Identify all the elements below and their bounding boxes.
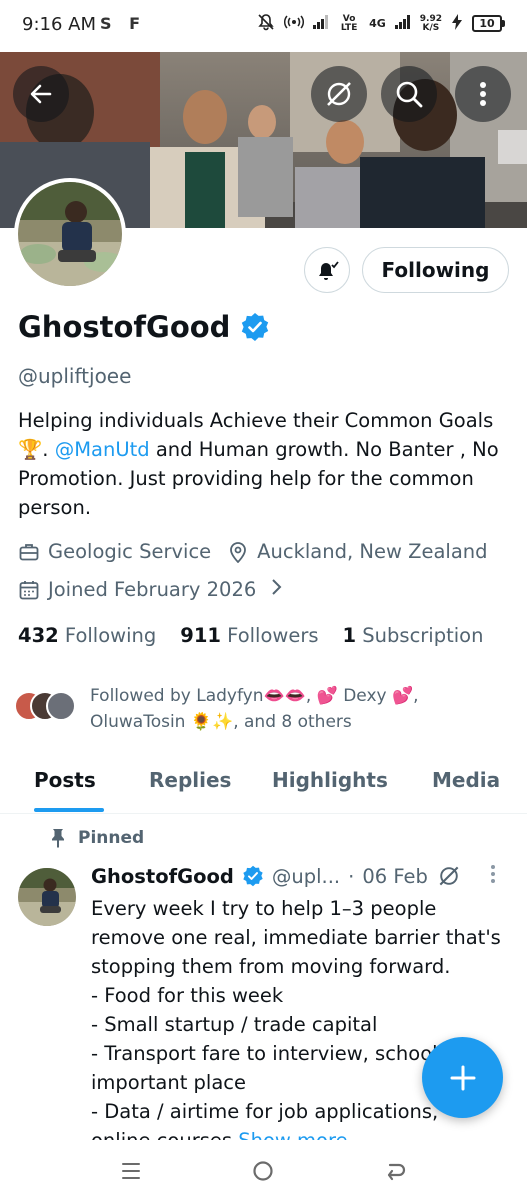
post-more-button[interactable] xyxy=(490,864,496,889)
system-nav-bar xyxy=(0,1142,527,1200)
profile-joined-row[interactable]: Joined February 2026 xyxy=(18,578,282,601)
subscriptions-count: 1 xyxy=(342,624,357,647)
post-line: - Food for this week xyxy=(91,984,284,1007)
search-icon xyxy=(396,81,423,108)
profile-category: Geologic Service xyxy=(48,540,212,563)
post-header: GhostofGood @upl... · 06 Feb xyxy=(91,863,462,889)
following-count: 432 xyxy=(18,624,59,647)
grok-icon xyxy=(327,82,351,106)
more-vertical-icon xyxy=(480,82,486,106)
verified-badge-icon[interactable] xyxy=(240,312,270,342)
battery-tip xyxy=(502,20,505,27)
back-icon xyxy=(387,1163,406,1181)
tab-posts[interactable]: Posts xyxy=(34,768,96,792)
post-author-handle: @upl... xyxy=(271,864,341,888)
post-line-last: online courses Show more xyxy=(91,1126,511,1140)
search-button[interactable] xyxy=(381,66,437,122)
status-time: 9:16 AM xyxy=(22,14,96,35)
post-line: Every week I try to help 1–3 people xyxy=(91,897,437,920)
speed-indicator: 9.92 K/S xyxy=(420,14,442,33)
tab-highlights[interactable]: Highlights xyxy=(272,768,388,792)
profile-avatar[interactable] xyxy=(14,178,126,290)
subscriptions-count-link[interactable]: 1 Subscription xyxy=(343,624,484,647)
notifications-button[interactable] xyxy=(304,247,350,293)
grok-icon[interactable] xyxy=(436,863,462,889)
notification-icons: S F xyxy=(100,14,147,33)
followed-by-text: Followed by Ladyfyn👄👄, 💕 Dexy 💕, OluwaTo… xyxy=(90,686,419,732)
mute-icon xyxy=(257,13,275,34)
home-button[interactable] xyxy=(243,1156,283,1186)
follower-avatar xyxy=(46,691,76,721)
signal-icon-2 xyxy=(394,15,411,32)
profile-handle: @upliftjoee xyxy=(18,364,132,388)
followers-count: 911 xyxy=(180,624,221,647)
profile-stats: 432 Following 911 Followers 1 Subscripti… xyxy=(18,624,483,647)
post-line-text: online courses xyxy=(91,1129,238,1140)
profile-bio: Helping individuals Achieve their Common… xyxy=(18,406,513,522)
profile-tabs: Posts Replies Highlights Media xyxy=(0,758,527,814)
tab-replies[interactable]: Replies xyxy=(149,768,231,792)
bell-check-icon xyxy=(319,261,339,280)
profile-joined: Joined February 2026 xyxy=(48,578,257,601)
recents-icon xyxy=(122,1163,140,1179)
profile-meta-row: Geologic Service Auckland, New Zealand xyxy=(18,540,488,563)
signal-4g-icon: 4G xyxy=(369,17,386,30)
status-bar: 9:16 AM S F Vo LTE 4G 9.92 K/S 10 xyxy=(0,0,527,52)
verified-badge-icon xyxy=(243,865,263,887)
post-line: - Small startup / trade capital xyxy=(91,1013,378,1036)
briefcase-icon xyxy=(18,541,40,563)
following-count-link[interactable]: 432 Following xyxy=(18,624,156,647)
more-vertical-icon xyxy=(491,865,495,883)
post-author-avatar[interactable] xyxy=(18,868,76,926)
pin-icon xyxy=(52,829,64,848)
compose-post-button[interactable] xyxy=(422,1037,503,1118)
post-avatar-photo xyxy=(18,868,76,926)
hotspot-icon xyxy=(284,14,305,33)
followers-label: Followers xyxy=(227,624,319,647)
plus-icon xyxy=(450,1065,475,1090)
display-name-row: GhostofGood xyxy=(18,310,270,344)
speed-unit: K/S xyxy=(422,22,440,33)
following-button[interactable]: Following xyxy=(362,247,509,293)
back-arrow-icon xyxy=(30,84,52,104)
following-label: Following xyxy=(64,624,157,647)
signal-icon xyxy=(313,15,329,32)
pinned-label-row: Pinned xyxy=(50,828,144,848)
pinned-label: Pinned xyxy=(78,828,145,848)
back-button[interactable] xyxy=(13,66,69,122)
calendar-icon xyxy=(18,579,40,601)
post-date[interactable]: 06 Feb xyxy=(362,865,428,888)
charging-icon xyxy=(451,14,463,33)
post-line: remove one real, immediate barrier that'… xyxy=(91,926,501,949)
followed-by-avatars xyxy=(14,685,80,725)
post-line: stopping them from moving forward. xyxy=(91,955,451,978)
display-name: GhostofGood xyxy=(18,310,231,344)
home-icon xyxy=(253,1161,273,1181)
post-author-name[interactable]: GhostofGood xyxy=(91,865,234,888)
followed-by-row[interactable]: Followed by Ladyfyn👄👄, 💕 Dexy 💕, OluwaTo… xyxy=(14,683,510,735)
subscriptions-label: Subscription xyxy=(362,624,484,647)
active-tab-indicator xyxy=(34,808,104,812)
battery-icon: 10 xyxy=(472,15,505,32)
more-options-button[interactable] xyxy=(455,66,511,122)
post-separator: · xyxy=(348,864,355,888)
avatar-photo xyxy=(18,182,122,286)
bio-mention-link[interactable]: @ManUtd xyxy=(55,438,150,461)
status-icons: Vo LTE 4G 9.92 K/S 10 xyxy=(257,13,505,34)
profile-location: Auckland, New Zealand xyxy=(257,540,488,563)
lte-icon: Vo LTE xyxy=(340,13,358,33)
followers-count-link[interactable]: 911 Followers xyxy=(180,624,318,647)
grok-button[interactable] xyxy=(311,66,367,122)
location-icon xyxy=(227,541,249,563)
chevron-right-icon xyxy=(270,578,282,601)
show-more-link[interactable]: Show more xyxy=(238,1129,347,1140)
battery-level: 10 xyxy=(472,15,502,32)
back-nav-button[interactable] xyxy=(375,1156,415,1186)
tab-media[interactable]: Media xyxy=(432,768,500,792)
recents-button[interactable] xyxy=(111,1156,151,1186)
